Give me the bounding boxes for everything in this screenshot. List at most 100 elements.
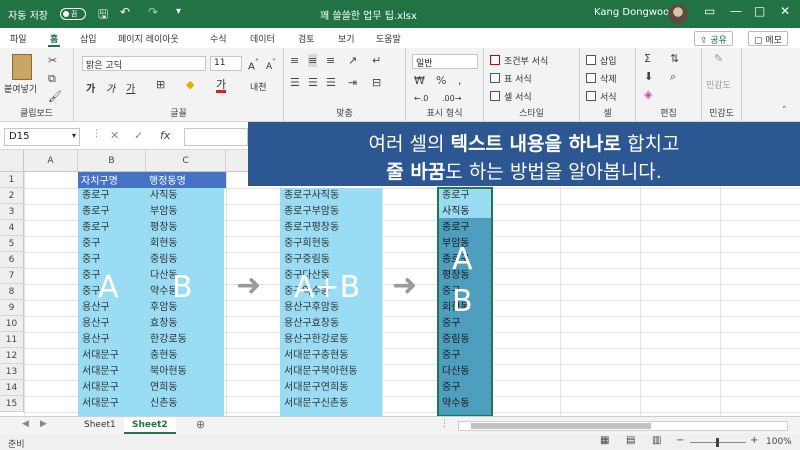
table-cell[interactable]: 용산구한강로동 — [282, 332, 382, 348]
user-name[interactable]: Kang Dongwoo — [594, 7, 669, 18]
tab-formulas[interactable]: 수식 — [210, 32, 227, 45]
align-bottom-icon[interactable]: ≡ — [326, 54, 335, 67]
worksheet-grid[interactable]: A B C 1 2 3 4 5 6 7 8 9 10 11 12 13 14 15 자치구명 행정동명 종로… — [0, 150, 800, 416]
header-gu[interactable]: 자치구명 — [78, 172, 146, 188]
sensitivity-button[interactable]: 민감도 — [706, 78, 731, 91]
phonetic-icon[interactable]: 내천 — [250, 80, 267, 93]
fill-icon[interactable]: ⬇ — [644, 70, 653, 83]
fill-color-icon[interactable]: ◆ — [186, 78, 194, 91]
format-painter-icon[interactable]: 🖌 — [48, 90, 62, 103]
tab-page-layout[interactable]: 페이지 레이아웃 — [118, 32, 179, 45]
table-cell[interactable]: 중림동 — [148, 252, 224, 268]
table-cell[interactable]: 서대문구 — [80, 396, 146, 412]
table-cell[interactable]: 약수동 — [440, 396, 492, 412]
tab-view[interactable]: 보기 — [338, 32, 355, 45]
italic-icon[interactable]: 가 — [106, 80, 115, 95]
table-cell[interactable]: 서대문구북아현동 — [282, 364, 382, 380]
tab-help[interactable]: 도움말 — [376, 32, 401, 45]
minimize-icon[interactable]: — — [730, 4, 742, 18]
table-cell[interactable]: 한강로동 — [148, 332, 224, 348]
add-sheet-icon[interactable]: ⊕ — [196, 418, 205, 431]
table-cell[interactable]: 효창동 — [148, 316, 224, 332]
wrap-text-icon[interactable]: ↵ — [372, 54, 381, 67]
table-cell[interactable]: 종로구부암동 — [282, 204, 382, 220]
shrink-font-icon[interactable]: A˅ — [266, 58, 276, 72]
delete-cells-button[interactable]: 삭제 — [600, 72, 617, 85]
clear-icon[interactable]: ◈ — [644, 88, 652, 101]
sort-filter-icon[interactable]: ⇅ — [670, 52, 679, 65]
table-cell[interactable]: 용산구 — [80, 332, 146, 348]
bold-icon[interactable]: 가 — [86, 80, 95, 95]
cell-styles-button[interactable]: 셀 서식 — [504, 90, 532, 103]
autosum-icon[interactable]: Σ — [644, 52, 651, 65]
borders-icon[interactable]: ⊞ — [156, 78, 165, 91]
align-center-icon[interactable]: ☰ — [308, 76, 318, 89]
zoom-slider-thumb[interactable] — [716, 438, 719, 447]
table-cell[interactable]: 종로구사직동 — [282, 188, 382, 204]
redo-icon[interactable]: ↷ — [148, 5, 158, 19]
orientation-icon[interactable]: ↗ — [348, 54, 357, 67]
table-cell[interactable]: 중구회현동 — [282, 236, 382, 252]
tab-home[interactable]: 홈 — [47, 32, 61, 47]
table-cell[interactable]: 다산동 — [440, 364, 492, 380]
select-all-corner[interactable] — [0, 150, 24, 172]
paste-button[interactable]: 붙여넣기 — [4, 82, 37, 95]
table-cell[interactable]: 종로구평창동 — [282, 220, 382, 236]
find-select-icon[interactable]: ⌕ — [670, 70, 676, 84]
table-cell[interactable]: 중림동 — [440, 332, 492, 348]
comma-icon[interactable]: , — [458, 74, 462, 87]
name-box[interactable]: D15 ▾ — [4, 128, 80, 146]
avatar[interactable] — [668, 4, 688, 24]
undo-icon[interactable]: ↶ — [120, 5, 130, 19]
sheet-next-icon[interactable]: ▶ — [40, 419, 47, 429]
font-size-box[interactable]: 11 — [210, 56, 242, 71]
table-cell[interactable]: 서대문구충현동 — [282, 348, 382, 364]
copy-icon[interactable]: ⧉ — [48, 72, 56, 86]
row-header[interactable]: 6 — [0, 252, 24, 268]
save-icon[interactable]: 🖫 — [98, 5, 108, 26]
autosave-toggle[interactable]: 끔 — [60, 8, 86, 20]
align-left-icon[interactable]: ☰ — [290, 76, 300, 89]
percent-icon[interactable]: % — [436, 74, 446, 87]
page-layout-view-icon[interactable]: ▤ — [626, 435, 635, 446]
table-cell[interactable]: 종로구 — [80, 188, 146, 204]
row-header[interactable]: 4 — [0, 220, 24, 236]
sheet-tab-sheet2[interactable]: Sheet2 — [124, 417, 176, 434]
tab-file[interactable]: 파일 — [10, 32, 27, 45]
row-header[interactable]: 10 — [0, 316, 24, 332]
align-top-icon[interactable]: ≡ — [290, 54, 299, 67]
paste-icon[interactable] — [12, 54, 32, 80]
align-right-icon[interactable]: ☰ — [326, 76, 336, 89]
table-cell[interactable]: 용산구 — [80, 316, 146, 332]
table-cell[interactable]: 평창동 — [148, 220, 224, 236]
table-cell[interactable]: 북아현동 — [148, 364, 224, 380]
table-cell[interactable]: 신촌동 — [148, 396, 224, 412]
row-header[interactable]: 8 — [0, 284, 24, 300]
sheet-tab-sheet1[interactable]: Sheet1 — [76, 417, 124, 434]
sheet-prev-icon[interactable]: ◀ — [22, 419, 29, 429]
customize-qat-icon[interactable]: ▾ — [176, 6, 181, 17]
zoom-in-icon[interactable]: + — [750, 435, 758, 446]
row-header[interactable]: 5 — [0, 236, 24, 252]
merge-center-icon[interactable]: ⊟ — [372, 76, 381, 89]
table-cell[interactable]: 연희동 — [148, 380, 224, 396]
cancel-icon[interactable]: ✕ — [110, 129, 119, 142]
column-header-b[interactable]: B — [78, 150, 146, 172]
comment-button[interactable]: ▢ 메모 — [748, 31, 788, 46]
ribbon-display-icon[interactable]: ▭ — [704, 4, 715, 18]
row-header[interactable]: 9 — [0, 300, 24, 316]
zoom-slider[interactable] — [690, 438, 746, 447]
underline-icon[interactable]: 가 — [126, 80, 135, 95]
table-cell[interactable]: 종로구 — [440, 188, 492, 204]
horizontal-scrollbar[interactable] — [458, 421, 788, 431]
table-cell[interactable]: 회현동 — [148, 236, 224, 252]
table-cell[interactable]: 사직동 — [440, 204, 492, 220]
tab-data[interactable]: 데이터 — [250, 32, 275, 45]
insert-function-icon[interactable]: fx — [160, 129, 170, 142]
row-header[interactable]: 3 — [0, 204, 24, 220]
number-format-box[interactable]: 일반 — [412, 54, 478, 69]
table-cell[interactable]: 중구 — [80, 236, 146, 252]
cut-icon[interactable]: ✂ — [48, 54, 57, 67]
table-cell[interactable]: 종로구 — [440, 220, 492, 236]
table-cell[interactable]: 서대문구 — [80, 348, 146, 364]
